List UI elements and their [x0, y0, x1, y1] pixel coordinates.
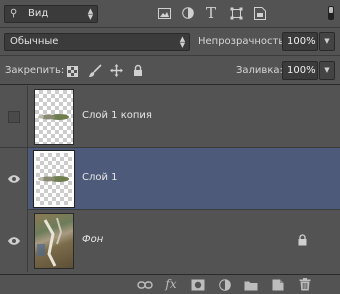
opacity-field[interactable]: 100%: [282, 32, 318, 51]
smart-object-filter-icon[interactable]: [254, 7, 266, 20]
filter-kind-label: Вид: [28, 8, 49, 19]
filter-kind-select[interactable]: ⚲ Вид ▲ ▼: [4, 5, 98, 23]
opacity-label: Непрозрачность:: [198, 36, 288, 47]
search-icon: ⚲: [10, 8, 18, 19]
layer-row[interactable]: Слой 1 копия: [0, 86, 340, 148]
layer-thumbnail: [34, 89, 74, 145]
eye-icon: [8, 237, 20, 245]
lock-all-icon[interactable]: [133, 64, 143, 77]
lock-label: Закрепить:: [5, 65, 65, 76]
spinner-icon: ▲ ▼: [87, 7, 94, 21]
layers-panel: ⚲ Вид ▲ ▼ T Обычные ▲ ▼ Непрозрачность: 10…: [0, 0, 340, 294]
adjustment-filter-icon[interactable]: [182, 7, 194, 19]
chevron-down-icon: ▼: [324, 66, 330, 74]
chevron-down-icon: ▼: [324, 37, 330, 45]
link-layers-icon[interactable]: [137, 280, 153, 290]
lock-bar: Закрепить: Заливка: 100% ▼: [0, 57, 340, 85]
layers-list: Слой 1 копия Слой 1 Фон: [0, 86, 340, 274]
opacity-dropdown-button[interactable]: ▼: [319, 32, 335, 51]
lock-transparent-pixels-icon[interactable]: [67, 66, 78, 77]
layer-thumbnail: [34, 213, 74, 269]
visibility-toggle[interactable]: [0, 86, 28, 148]
fx-icon[interactable]: fx: [163, 277, 179, 291]
add-mask-icon[interactable]: [190, 279, 206, 291]
shape-filter-icon[interactable]: [230, 7, 243, 20]
visibility-off-box: [8, 111, 20, 123]
blend-mode-label: Обычные: [10, 36, 59, 47]
blend-bar: Обычные ▲ ▼ Непрозрачность: 100% ▼: [0, 29, 340, 56]
layer-thumbnail: [33, 150, 75, 208]
layer-row-selected[interactable]: Слой 1: [0, 148, 340, 210]
visibility-toggle[interactable]: [0, 148, 28, 210]
layer-name[interactable]: Слой 1: [82, 172, 118, 183]
photo-image-icon: [37, 217, 63, 267]
visibility-toggle[interactable]: [0, 210, 28, 272]
layer-name[interactable]: Слой 1 копия: [82, 110, 152, 121]
image-filter-icon[interactable]: [158, 8, 171, 19]
spinner-icon: ▲ ▼: [179, 35, 186, 49]
layers-footer: fx: [0, 274, 340, 294]
fill-dropdown-button[interactable]: ▼: [319, 61, 335, 80]
eye-icon: [8, 175, 20, 183]
type-filter-icon[interactable]: T: [204, 4, 218, 22]
toggle-filter-icon[interactable]: [328, 6, 334, 20]
fill-field[interactable]: 100%: [282, 61, 318, 80]
blend-mode-select[interactable]: Обычные ▲ ▼: [4, 33, 190, 51]
fill-label: Заливка:: [236, 65, 283, 76]
feather-image-icon: [38, 114, 69, 120]
delete-icon[interactable]: [297, 278, 313, 291]
lock-image-pixels-icon[interactable]: [88, 64, 102, 78]
layer-row[interactable]: Фон: [0, 210, 340, 272]
new-layer-icon[interactable]: [270, 279, 286, 291]
lock-position-icon[interactable]: [110, 64, 123, 77]
layer-name[interactable]: Фон: [82, 234, 103, 245]
filter-bar: ⚲ Вид ▲ ▼ T: [0, 0, 340, 28]
new-group-icon[interactable]: [243, 280, 259, 291]
adjustment-layer-icon[interactable]: [217, 279, 233, 291]
feather-image-icon: [38, 176, 69, 182]
lock-icon: [298, 234, 307, 246]
